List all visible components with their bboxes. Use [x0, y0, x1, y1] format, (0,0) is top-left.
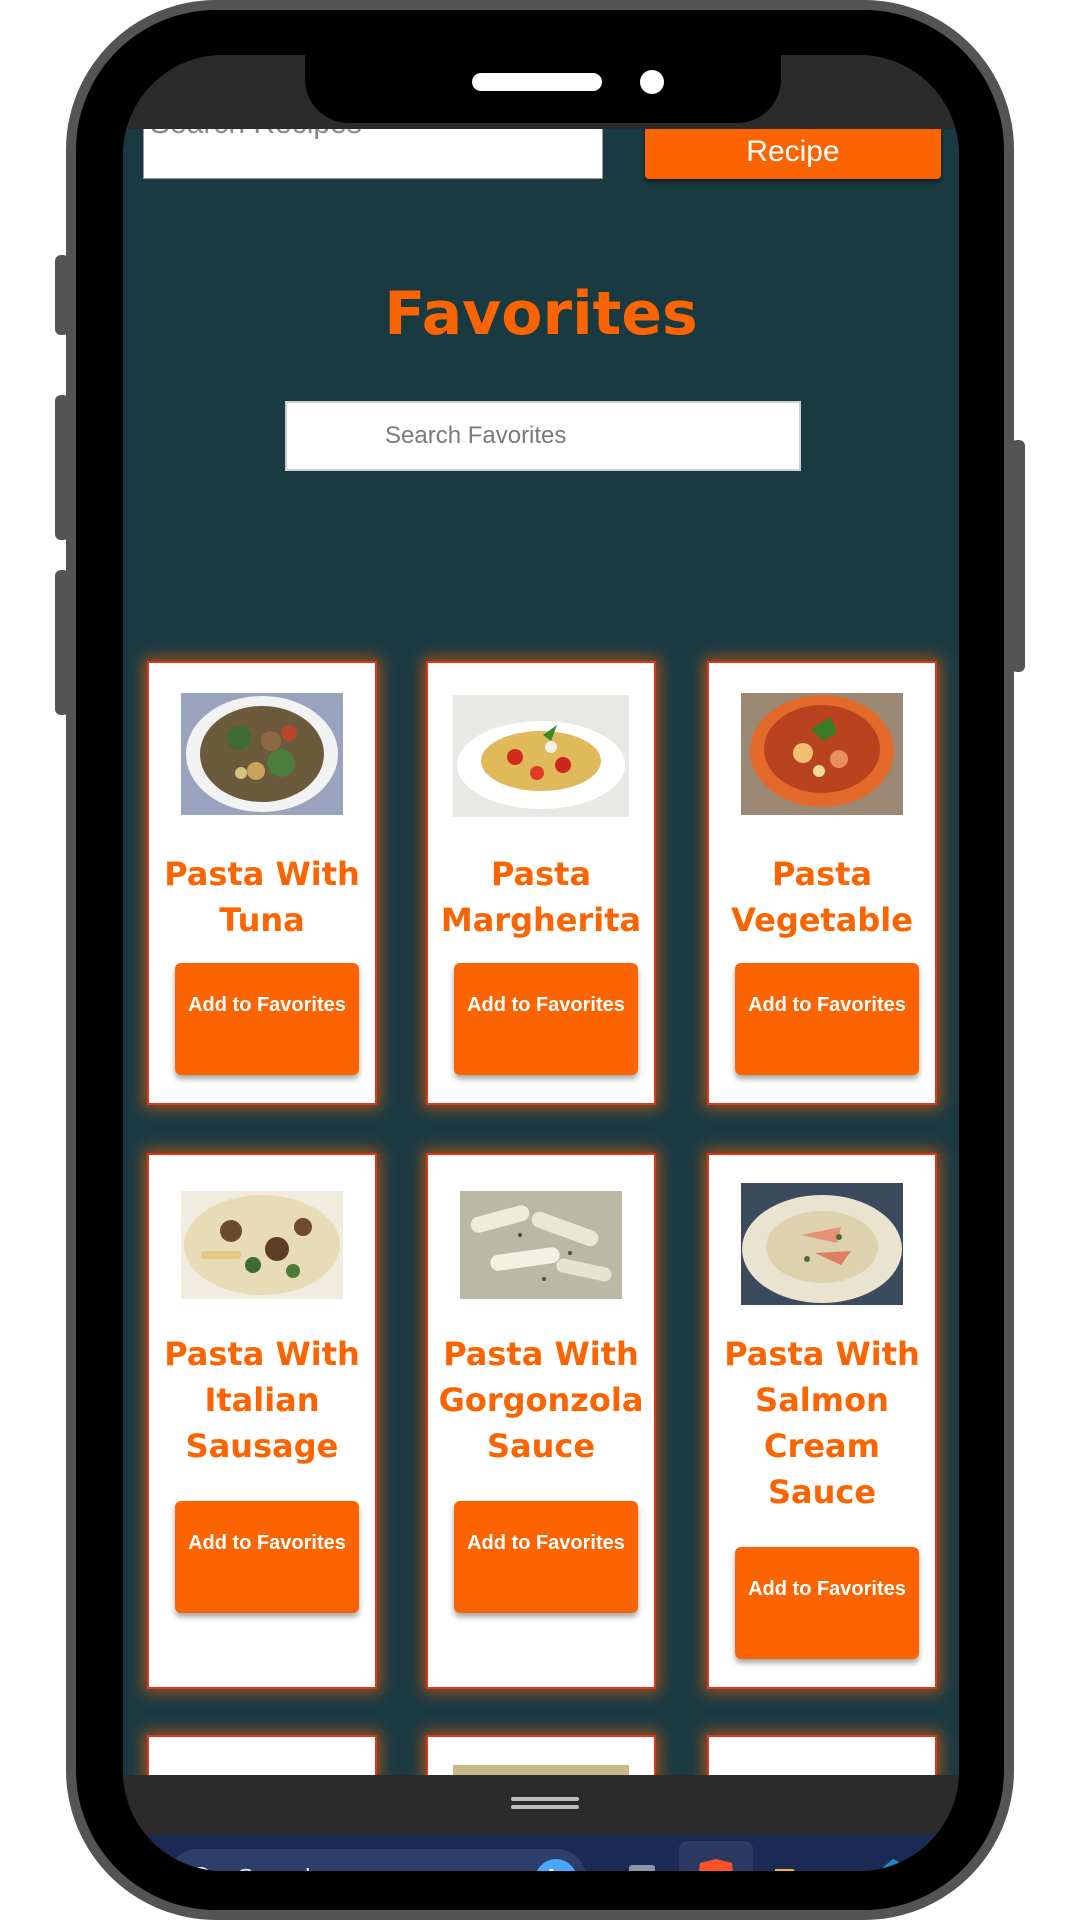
- windows-start-icon[interactable]: [123, 1863, 139, 1871]
- recipe-card: Pasta With Italian Sausage Add to Favori…: [147, 1153, 377, 1689]
- add-to-favorites-button[interactable]: Add to Favorites: [175, 1501, 359, 1613]
- windows-taskbar: Search b: [123, 1835, 959, 1871]
- handle-line-bottom: [511, 1805, 579, 1809]
- add-to-favorites-button[interactable]: Add to Favorites: [175, 963, 359, 1075]
- add-to-favorites-button[interactable]: Add to Favorites: [735, 963, 919, 1075]
- recipe-search-placeholder: Search Recipes: [150, 129, 362, 140]
- taskbar-search[interactable]: Search b: [167, 1849, 587, 1871]
- taskbar-search-label: Search: [237, 1863, 319, 1871]
- recipe-card: Pasta Vegetable Add to Favorites: [707, 661, 937, 1105]
- file-explorer-icon[interactable]: [769, 1851, 829, 1871]
- add-to-favorites-button[interactable]: Add to Favorites: [735, 1547, 919, 1659]
- recipe-card: Pasta With Gorgonzola Sauce Add to Favor…: [426, 1153, 656, 1689]
- recipe-card: [426, 1735, 656, 1775]
- recipe-card: Pasta With Tuna Add to Favorites: [147, 661, 377, 1105]
- recipe-card: [707, 1735, 937, 1775]
- recipe-image-tuna: [181, 693, 343, 815]
- front-camera: [640, 70, 664, 94]
- bottom-sheet-handle[interactable]: [123, 1775, 959, 1835]
- add-to-favorites-button[interactable]: Add to Favorites: [454, 1501, 638, 1613]
- recipe-image-vegetable: [741, 693, 903, 815]
- brave-browser-icon-partial[interactable]: [929, 1851, 959, 1871]
- bing-icon[interactable]: b: [535, 1859, 577, 1871]
- handle-line-top: [511, 1797, 579, 1801]
- power-button: [1011, 440, 1025, 672]
- mute-switch: [55, 255, 69, 335]
- recipe-image-margherita: [453, 695, 629, 817]
- recipe-title: Pasta With Tuna: [164, 855, 360, 939]
- brave-browser-icon[interactable]: [686, 1851, 746, 1871]
- app-content: Search Recipes Recipe Favorites Search F…: [123, 129, 959, 1775]
- recipe-card: Pasta Margherita Add to Favorites: [426, 661, 656, 1105]
- vscode-icon[interactable]: [851, 1851, 911, 1871]
- phone-screen: Search Recipes Recipe Favorites Search F…: [123, 55, 959, 1871]
- recipe-card: [147, 1735, 377, 1775]
- add-to-favorites-button[interactable]: Add to Favorites: [454, 963, 638, 1075]
- recipe-card: Pasta With Salmon Cream Sauce Add to Fav…: [707, 1153, 937, 1689]
- recipe-title: Pasta With Gorgonzola Sauce: [438, 1335, 644, 1465]
- search-icon: [193, 1867, 209, 1871]
- recipe-button[interactable]: Recipe: [645, 129, 941, 179]
- favorites-search-input[interactable]: Search Favorites: [285, 401, 801, 471]
- recipe-title: Pasta Margherita: [440, 855, 642, 939]
- speaker-grille: [472, 73, 602, 91]
- task-view-icon[interactable]: [609, 1851, 669, 1871]
- recipe-search-input[interactable]: Search Recipes: [143, 129, 603, 179]
- page-title: Favorites: [384, 279, 698, 349]
- volume-down-button: [55, 570, 69, 715]
- recipe-title: Pasta Vegetable: [731, 855, 913, 939]
- recipe-image-italian-sausage: [181, 1191, 343, 1299]
- recipe-image: [453, 1765, 629, 1775]
- recipe-title: Pasta With Salmon Cream Sauce: [724, 1335, 920, 1511]
- recipe-image-gorgonzola: [460, 1191, 622, 1299]
- recipe-title: Pasta With Italian Sausage: [164, 1335, 360, 1465]
- volume-up-button: [55, 395, 69, 540]
- recipe-image-salmon: [741, 1183, 903, 1305]
